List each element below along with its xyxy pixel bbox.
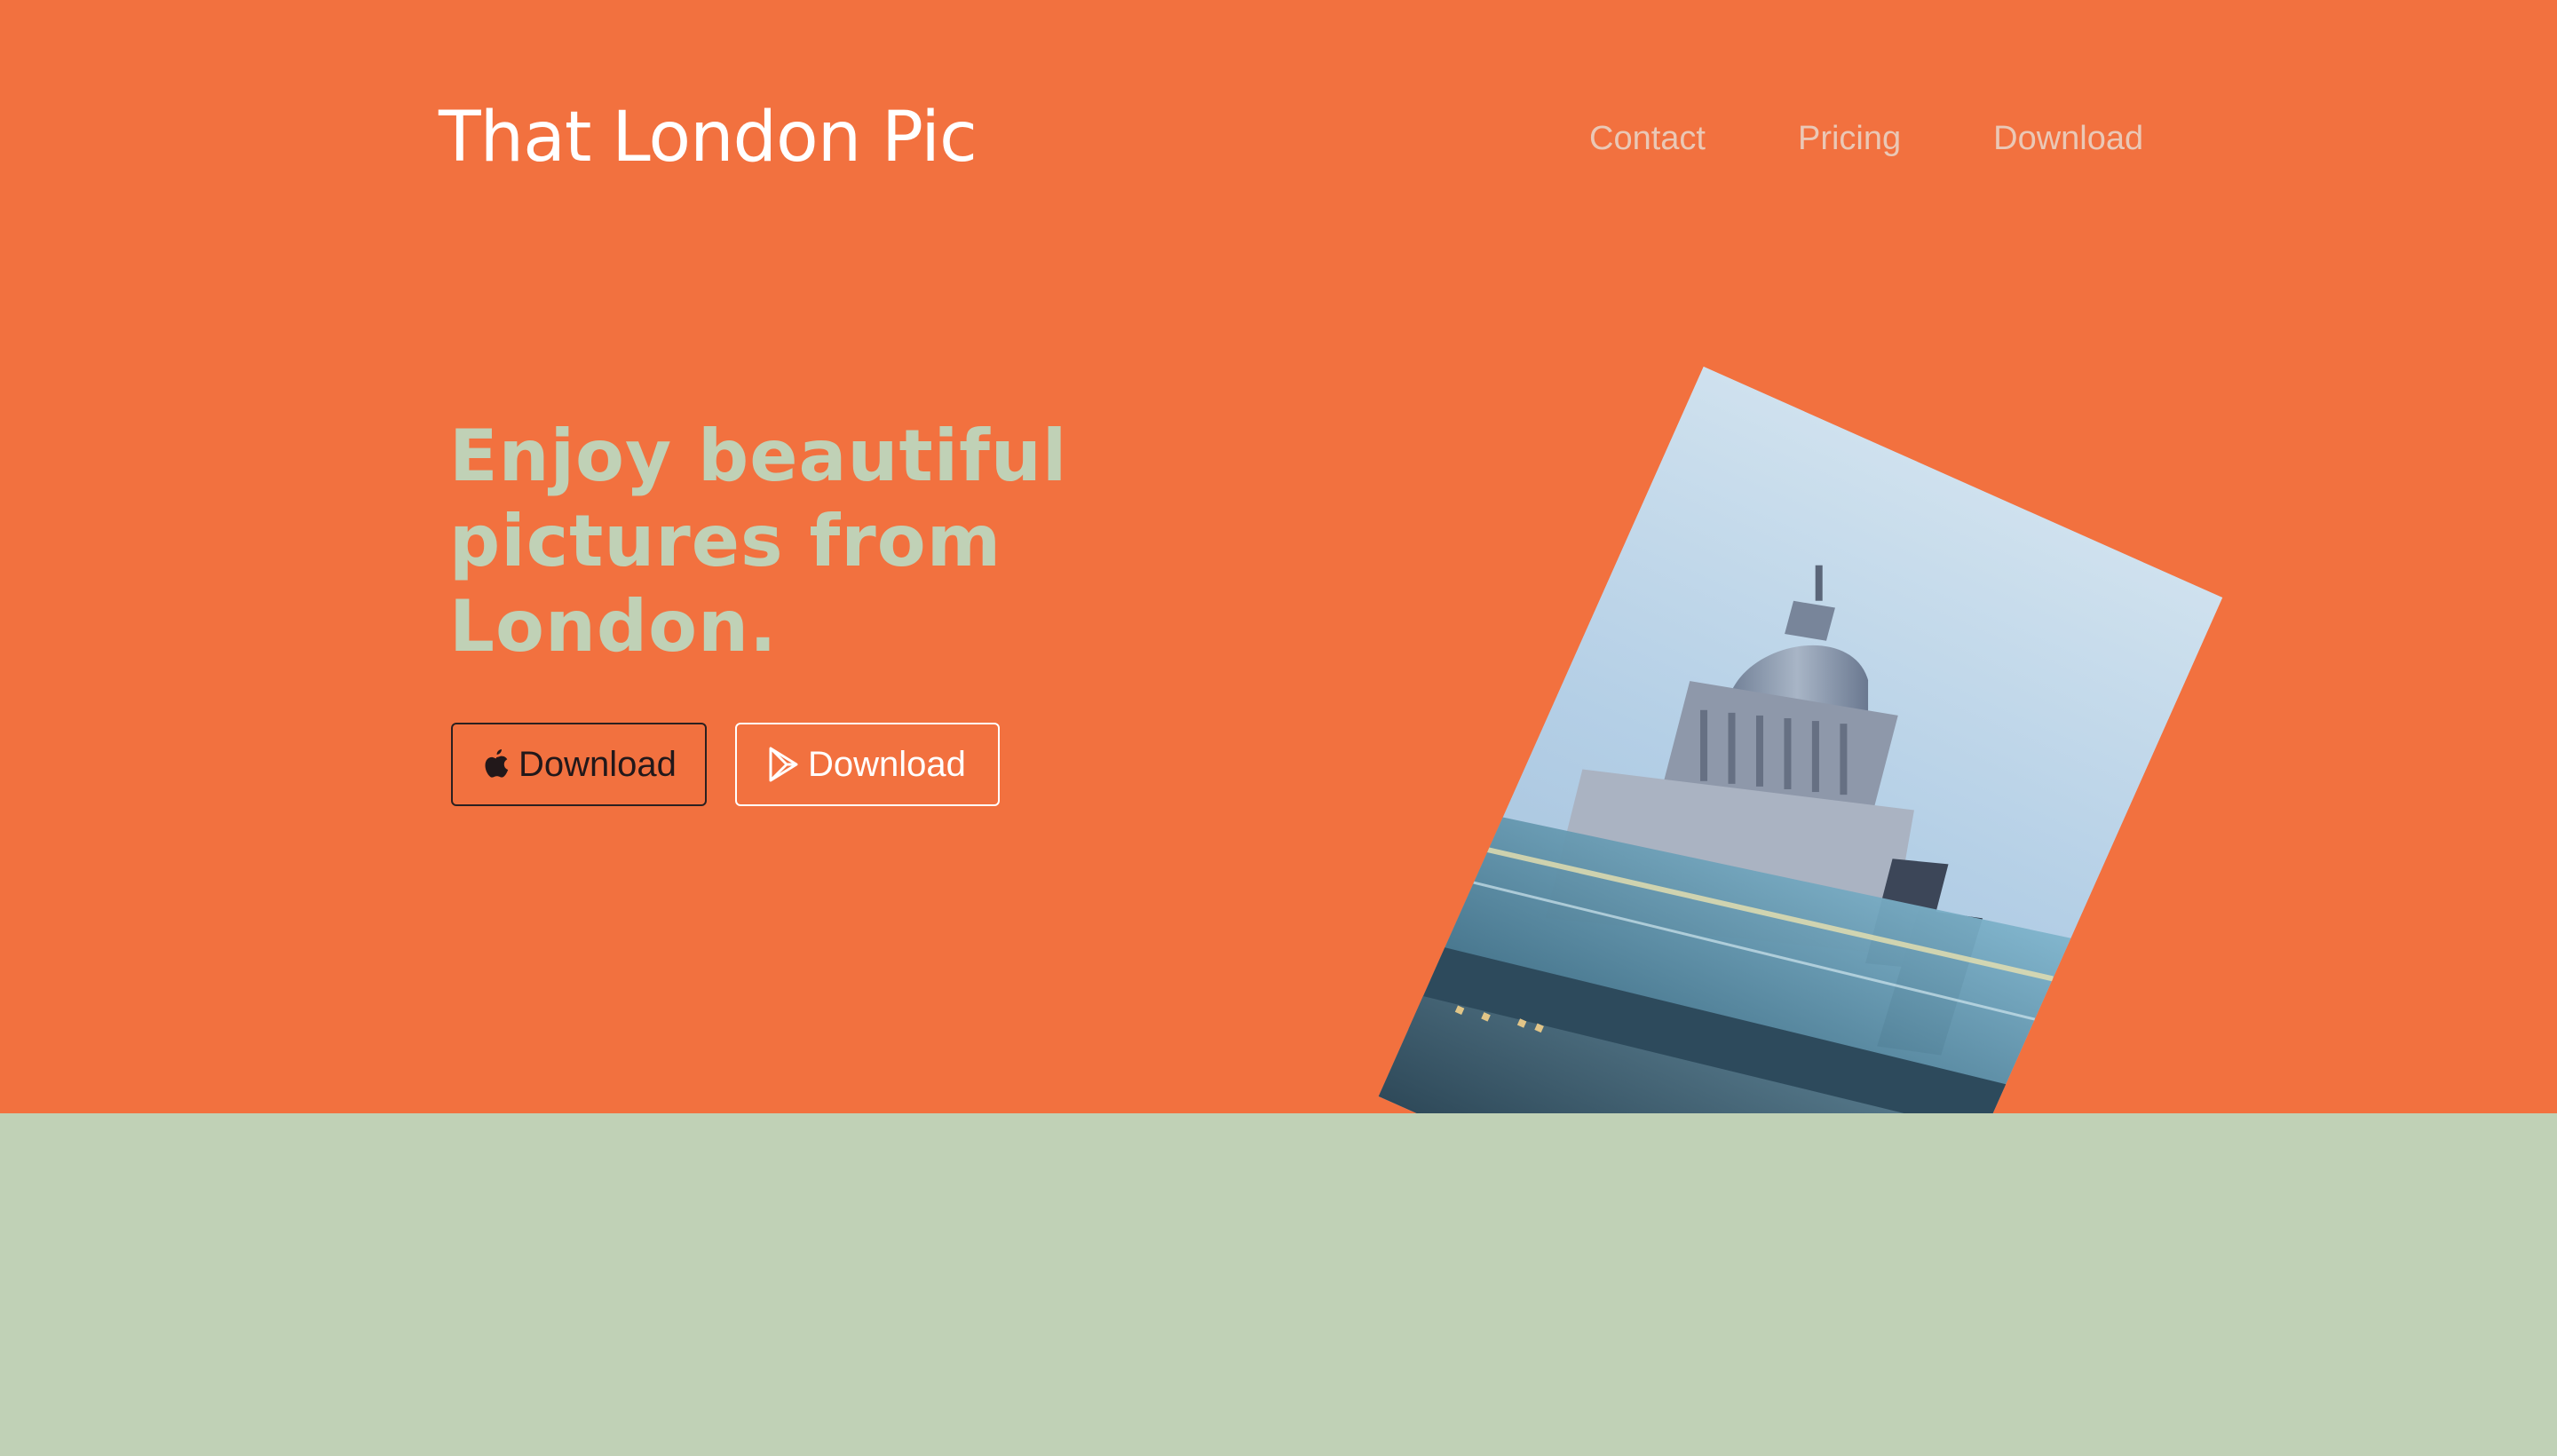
- london-photo: [1378, 366, 2223, 1113]
- hero-headline: Enjoy beautiful pictures from London.: [449, 414, 1124, 669]
- app-store-download-button[interactable]: Download: [451, 723, 707, 806]
- nav-link-contact[interactable]: Contact: [1589, 114, 1706, 163]
- google-play-button-label: Download: [808, 744, 966, 784]
- nav-link-pricing[interactable]: Pricing: [1798, 114, 1901, 163]
- headline-line-3: London.: [449, 585, 778, 668]
- headline-line-1: Enjoy beautiful: [449, 415, 1068, 497]
- lower-section: [0, 1113, 2557, 1456]
- hero-section: That London Pic Contact Pricing Download…: [0, 0, 2557, 1113]
- apple-icon: [481, 748, 511, 781]
- google-play-icon: [767, 746, 801, 783]
- app-store-button-label: Download: [519, 744, 677, 784]
- google-play-download-button[interactable]: Download: [735, 723, 1000, 806]
- headline-line-2: pictures from: [449, 500, 1002, 582]
- main-nav: Contact Pricing Download: [1589, 114, 2143, 163]
- brand-logo[interactable]: That London Pic: [439, 89, 978, 186]
- nav-link-download[interactable]: Download: [1993, 114, 2143, 163]
